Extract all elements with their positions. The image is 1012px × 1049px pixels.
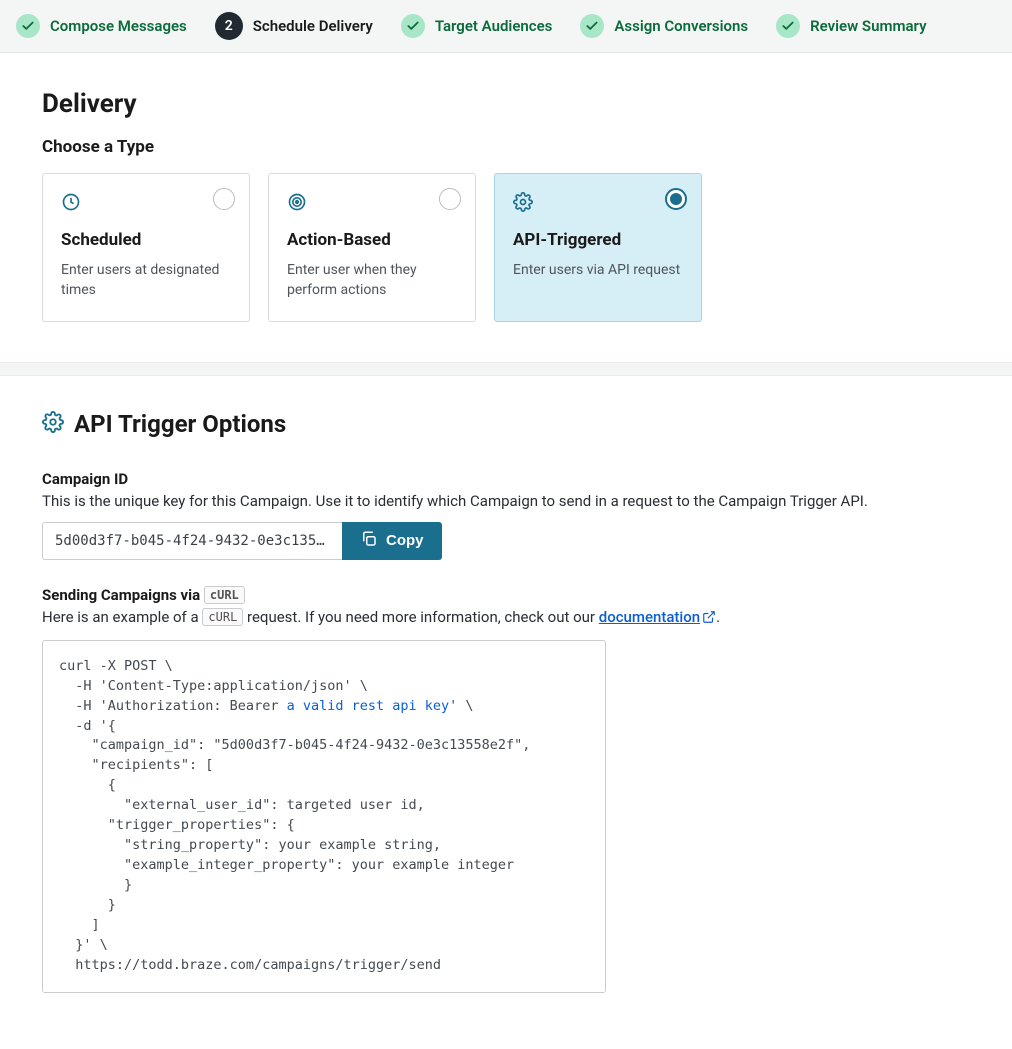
step-schedule-delivery[interactable]: 2 Schedule Delivery — [215, 12, 373, 40]
type-card-desc: Enter user when they perform actions — [287, 260, 457, 301]
external-link-icon — [702, 610, 716, 624]
campaign-id-label: Campaign ID — [42, 470, 970, 488]
stepper: Compose Messages 2 Schedule Delivery Tar… — [0, 0, 1012, 53]
choose-type-heading: Choose a Type — [42, 137, 970, 157]
type-card-action-based[interactable]: Action-Based Enter user when they perfor… — [268, 173, 476, 322]
copy-icon — [360, 530, 378, 552]
code-highlight: a valid rest api key — [287, 698, 450, 714]
step-label: Assign Conversions — [614, 17, 748, 35]
step-assign-conversions[interactable]: Assign Conversions — [580, 14, 748, 38]
step-number-circle: 2 — [215, 12, 243, 40]
check-icon — [580, 14, 604, 38]
curl-badge: cURL — [204, 586, 245, 604]
type-card-group: Scheduled Enter users at designated time… — [42, 173, 970, 322]
step-label: Compose Messages — [50, 17, 187, 35]
type-card-desc: Enter users at designated times — [61, 260, 231, 301]
radio-unselected — [439, 188, 461, 210]
type-card-title: Scheduled — [61, 230, 231, 250]
type-card-title: Action-Based — [287, 230, 457, 250]
section-divider — [0, 362, 1012, 376]
step-label: Schedule Delivery — [253, 17, 373, 35]
step-review-summary[interactable]: Review Summary — [776, 14, 926, 38]
campaign-id-row: 5d00d3f7-b045-4f24-9432-0e3c135... Copy — [42, 522, 970, 560]
sending-campaigns-label: Sending Campaigns via cURL — [42, 586, 970, 604]
step-label: Review Summary — [810, 17, 926, 35]
step-label: Target Audiences — [435, 17, 553, 35]
clock-icon — [61, 192, 231, 216]
check-icon — [776, 14, 800, 38]
copy-button[interactable]: Copy — [342, 522, 442, 560]
check-icon — [16, 14, 40, 38]
sending-campaigns-desc: Here is an example of a cURL request. If… — [42, 608, 970, 626]
radio-selected — [665, 188, 687, 210]
api-header: API Trigger Options — [42, 410, 970, 438]
type-card-api-triggered[interactable]: API-Triggered Enter users via API reques… — [494, 173, 702, 322]
type-card-scheduled[interactable]: Scheduled Enter users at designated time… — [42, 173, 250, 322]
copy-button-label: Copy — [386, 532, 424, 549]
delivery-section: Delivery Choose a Type Scheduled Enter u… — [0, 53, 1012, 362]
step-target-audiences[interactable]: Target Audiences — [401, 14, 553, 38]
gear-icon — [513, 192, 683, 216]
api-header-title: API Trigger Options — [74, 410, 286, 438]
api-trigger-options-section: API Trigger Options Campaign ID This is … — [0, 376, 1012, 1034]
step-compose-messages[interactable]: Compose Messages — [16, 14, 187, 38]
page-title: Delivery — [42, 89, 970, 119]
type-card-desc: Enter users via API request — [513, 260, 683, 280]
type-card-title: API-Triggered — [513, 230, 683, 250]
documentation-link[interactable]: documentation — [599, 608, 716, 626]
check-icon — [401, 14, 425, 38]
campaign-id-desc: This is the unique key for this Campaign… — [42, 492, 970, 510]
gear-icon — [42, 411, 64, 437]
curl-badge: cURL — [202, 608, 243, 626]
campaign-id-input[interactable]: 5d00d3f7-b045-4f24-9432-0e3c135... — [42, 522, 342, 560]
curl-code-block[interactable]: curl -X POST \ -H 'Content-Type:applicat… — [42, 640, 606, 994]
radio-unselected — [213, 188, 235, 210]
target-icon — [287, 192, 457, 216]
